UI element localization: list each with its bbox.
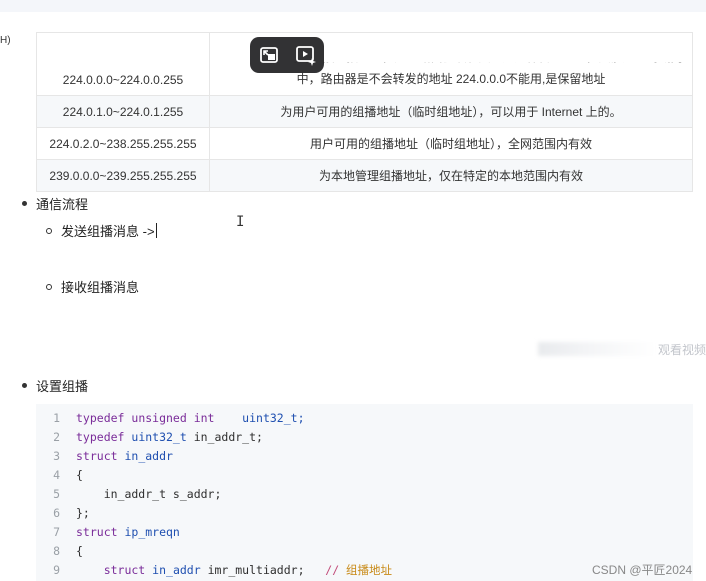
code-token: { xyxy=(76,468,83,482)
code-line: 3 struct in_addr xyxy=(36,447,173,466)
code-token: // xyxy=(304,563,347,577)
list-item-label: 接收组播消息 xyxy=(61,280,140,295)
address-range: 224.0.0.0~224.0.0.255 xyxy=(36,32,210,96)
code-token: typedef xyxy=(76,430,132,444)
bullet-circle xyxy=(46,227,52,234)
list-item-label: 通信流程 xyxy=(36,197,89,212)
line-number: 3 xyxy=(53,449,60,463)
code-token: }; xyxy=(76,506,90,520)
text-caret xyxy=(155,223,157,238)
bullet-circle xyxy=(46,283,52,290)
watermark: CSDN @平匠2024 xyxy=(592,563,693,577)
code-line: 5 in_addr_t s_addr; xyxy=(36,485,221,504)
code-token: { xyxy=(76,544,83,558)
left-fragment: H) xyxy=(0,35,11,46)
code-token: typedef xyxy=(76,411,132,425)
address-description: 用户可用的组播地址（临时组地址），全网范围内有效 xyxy=(209,127,693,160)
list-item-receive[interactable]: 接收组播消息 xyxy=(46,277,139,296)
list-item-label: 设置组播 xyxy=(36,379,89,394)
line-number: 7 xyxy=(53,525,60,539)
address-range: 224.0.2.0~238.255.255.255 xyxy=(36,127,210,160)
line-number: 6 xyxy=(53,506,60,520)
code-token: 组播地址 xyxy=(346,563,393,577)
address-description-text: 中，路由器是不会转发的地址 224.0.0.0不能用,是保留地址 xyxy=(296,72,606,86)
code-token: in_addr_t; xyxy=(193,430,263,444)
code-line: 2 typedef uint32_t in_addr_t; xyxy=(36,428,263,447)
code-token: uint32_t; xyxy=(214,411,305,425)
play-sparkle-icon[interactable] xyxy=(293,42,319,68)
list-item-setup: 设置组播 xyxy=(22,376,88,395)
line-number: 9 xyxy=(53,563,60,577)
line-number: 1 xyxy=(53,411,60,425)
table-row: 224.0.0.0~224.0.0.255 局部链接组播地址，是为路由协议和其它… xyxy=(36,32,693,96)
line-number: 4 xyxy=(53,468,60,482)
list-item-label: 发送组播消息 -> xyxy=(61,224,155,239)
table-row: 224.0.2.0~238.255.255.255 用户可用的组播地址（临时组地… xyxy=(36,127,693,160)
address-description: 为用户可用的组播地址（临时组地址），可以用于 Internet 上的。 xyxy=(209,95,693,128)
code-token: uint32_t xyxy=(131,430,194,444)
list-item-send[interactable]: 发送组播消息 -> xyxy=(46,221,157,240)
line-number: 5 xyxy=(53,487,60,501)
code-token: imr_multiaddr; xyxy=(207,563,305,577)
code-token: struct xyxy=(76,525,125,539)
code-token: struct xyxy=(76,563,153,577)
code-line: 1 typedef unsigned int uint32_t; xyxy=(36,409,305,428)
text-cursor-icon: I xyxy=(236,214,245,230)
code-line: 6}; xyxy=(36,504,90,523)
watch-video-link[interactable]: 观看视频 xyxy=(658,341,706,358)
address-description-partial: 局部链接组播地址，是为路由协议和其它用途保留的地址，只能用于局域网 xyxy=(286,50,683,64)
address-range: 224.0.1.0~224.0.1.255 xyxy=(36,95,210,128)
code-line: 9 struct in_addr imr_multiaddr; // 组播地址 xyxy=(36,561,392,580)
code-token: in_addr_t s_addr; xyxy=(76,487,222,501)
code-token: in_addr xyxy=(152,563,208,577)
top-bar xyxy=(0,0,706,12)
bullet-disc xyxy=(22,383,27,388)
code-line: 8{ xyxy=(36,542,83,561)
code-line: 7 struct ip_mreqn xyxy=(36,523,180,542)
list-item-comm-flow: 通信流程 xyxy=(22,194,88,213)
code-token: ip_mreqn xyxy=(124,525,180,539)
multicast-address-table: 224.0.0.0~224.0.0.255 局部链接组播地址，是为路由协议和其它… xyxy=(36,32,693,192)
picture-in-picture-icon[interactable] xyxy=(256,42,282,68)
code-line: 4{ xyxy=(36,466,83,485)
address-range: 239.0.0.0~239.255.255.255 xyxy=(36,159,210,192)
address-description: 为本地管理组播地址，仅在特定的本地范围内有效 xyxy=(209,159,693,192)
table-row: 224.0.1.0~224.0.1.255 为用户可用的组播地址（临时组地址），… xyxy=(36,95,693,128)
video-toolbar xyxy=(250,37,324,73)
code-token: struct xyxy=(76,449,125,463)
code-token: in_addr xyxy=(124,449,173,463)
code-block[interactable]: 1 typedef unsigned int uint32_t; 2 typedef … xyxy=(36,404,693,581)
blurred-placeholder xyxy=(538,342,656,356)
table-row: 239.0.0.0~239.255.255.255 为本地管理组播地址，仅在特定… xyxy=(36,159,693,192)
code-token: unsigned int xyxy=(131,411,215,425)
bullet-disc xyxy=(22,201,27,206)
line-number: 8 xyxy=(53,544,60,558)
line-number: 2 xyxy=(53,430,60,444)
